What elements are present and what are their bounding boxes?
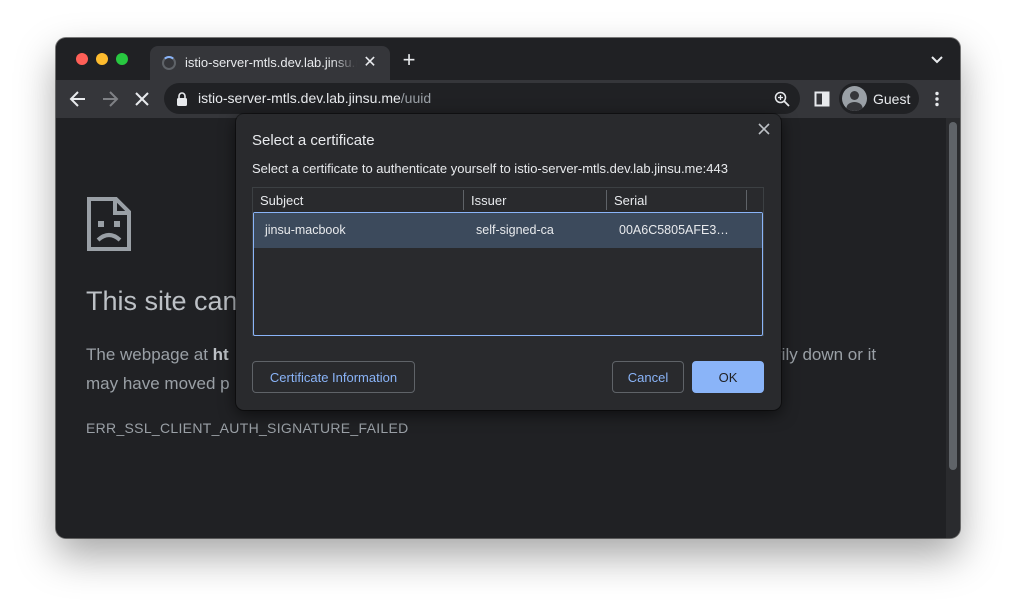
url-path: /uuid [400, 90, 432, 106]
back-button[interactable] [68, 89, 88, 109]
dialog-title: Select a certificate [252, 132, 375, 149]
zoom-icon[interactable] [774, 91, 790, 107]
cell-issuer: self-signed-ca [476, 223, 554, 237]
sad-page-icon [87, 197, 131, 251]
profile-button[interactable]: Guest [839, 83, 919, 114]
column-divider[interactable] [746, 190, 747, 210]
scrollbar-thumb[interactable] [949, 122, 957, 470]
dialog-description: Select a certificate to authenticate you… [252, 161, 728, 176]
error-body-prefix: The webpage at [86, 345, 213, 364]
tab-list-chevron-icon[interactable] [930, 54, 944, 66]
tab-close-icon[interactable]: ✕ [362, 55, 378, 71]
close-icon[interactable] [756, 121, 772, 137]
table-header: Subject Issuer Serial [253, 188, 763, 212]
stop-button[interactable] [132, 89, 152, 109]
more-menu-icon[interactable] [929, 91, 945, 107]
column-issuer[interactable]: Issuer [471, 193, 506, 208]
loading-spinner-icon [162, 56, 176, 70]
error-body-line2: may have moved p [86, 374, 230, 393]
back-arrow-icon [69, 91, 85, 107]
certificate-list[interactable]: jinsu-macbook self-signed-ca 00A6C5805AF… [253, 212, 763, 336]
address-bar[interactable]: istio-server-mtls.dev.lab.jinsu.me/uuid [164, 83, 800, 114]
forward-arrow-icon [103, 91, 119, 107]
table-row[interactable]: jinsu-macbook self-signed-ca 00A6C5805AF… [254, 213, 762, 248]
scrollbar[interactable] [946, 118, 960, 538]
tab-title: istio-server-mtls.dev.lab.jinsu.me/uuid [185, 55, 357, 70]
certificate-table[interactable]: Subject Issuer Serial jinsu-macbook self… [252, 187, 764, 336]
column-serial[interactable]: Serial [614, 193, 647, 208]
lock-icon[interactable] [176, 92, 188, 106]
url-host: istio-server-mtls.dev.lab.jinsu.me [198, 90, 401, 106]
stop-icon [135, 92, 149, 106]
active-tab[interactable]: istio-server-mtls.dev.lab.jinsu.me/uuid … [150, 46, 390, 80]
side-panel-button[interactable] [812, 89, 832, 109]
column-subject[interactable]: Subject [260, 193, 303, 208]
error-body-suffix: rily down or it [776, 345, 877, 364]
cell-serial: 00A6C5805AFE3… [619, 223, 729, 237]
certificate-information-button[interactable]: Certificate Information [252, 361, 415, 393]
zoom-window-button[interactable] [116, 53, 128, 65]
ok-button[interactable]: OK [692, 361, 764, 393]
column-divider[interactable] [463, 190, 464, 210]
guest-avatar-icon [842, 86, 867, 111]
cancel-button[interactable]: Cancel [612, 361, 684, 393]
close-window-button[interactable] [76, 53, 88, 65]
select-certificate-dialog: Select a certificate Select a certificat… [236, 114, 781, 410]
cell-subject: jinsu-macbook [265, 223, 346, 237]
minimize-window-button[interactable] [96, 53, 108, 65]
forward-button[interactable] [100, 89, 120, 109]
url-text: istio-server-mtls.dev.lab.jinsu.me/uuid [198, 90, 431, 106]
toolbar: istio-server-mtls.dev.lab.jinsu.me/uuid [56, 80, 960, 118]
tab-strip: istio-server-mtls.dev.lab.jinsu.me/uuid … [56, 38, 960, 80]
profile-label: Guest [873, 91, 911, 107]
error-code: ERR_SSL_CLIENT_AUTH_SIGNATURE_FAILED [86, 420, 409, 436]
column-divider[interactable] [606, 190, 607, 210]
side-panel-icon [814, 91, 830, 107]
new-tab-icon[interactable]: + [400, 49, 418, 71]
error-body-bold: ht [212, 345, 229, 364]
